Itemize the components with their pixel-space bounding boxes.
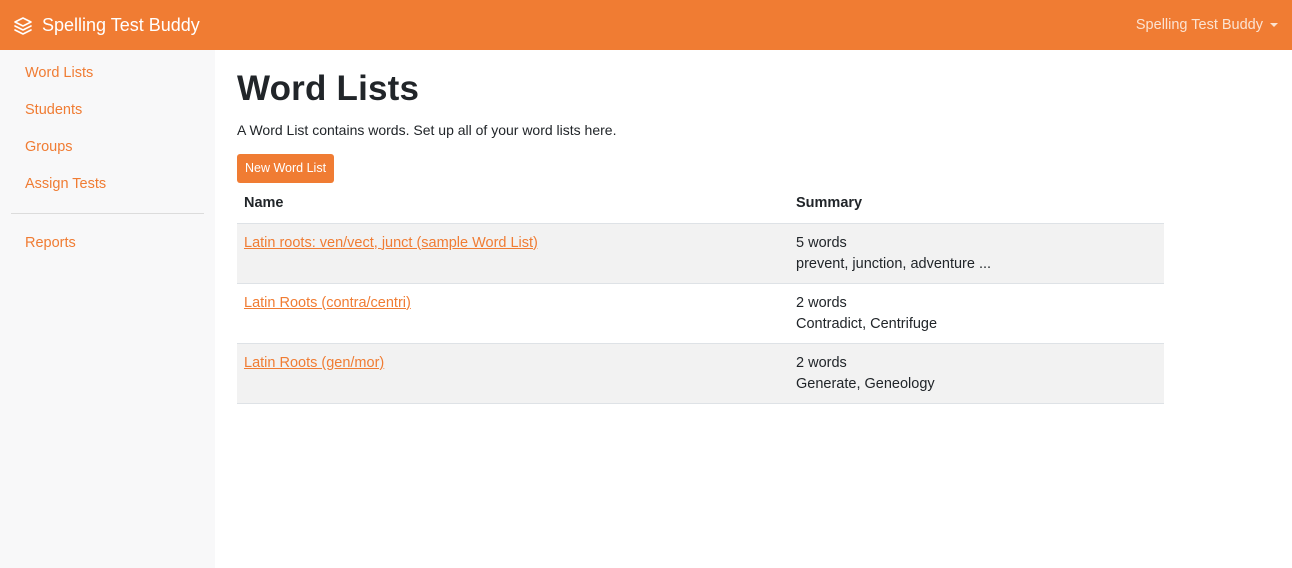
- word-list-name-cell: Latin Roots (contra/centri): [237, 283, 789, 344]
- word-list-name-cell: Latin roots: ven/vect, junct (sample Wor…: [237, 223, 789, 284]
- word-count: 5 words: [796, 234, 847, 251]
- word-list-link[interactable]: Latin Roots (contra/centri): [244, 295, 411, 311]
- column-header-summary: Summary: [789, 195, 1164, 224]
- brand-link[interactable]: Spelling Test Buddy: [12, 14, 200, 36]
- brand-name: Spelling Test Buddy: [42, 14, 200, 35]
- sidebar-item-word-lists[interactable]: Word Lists: [0, 62, 215, 99]
- sidebar-item-assign-tests[interactable]: Assign Tests: [0, 173, 215, 210]
- table-header-row: Name Summary: [237, 195, 1164, 224]
- word-preview: prevent, junction, adventure ...: [796, 255, 992, 272]
- word-preview: Contradict, Centrifuge: [796, 315, 938, 332]
- layers-logo-icon: [12, 14, 34, 36]
- word-list-summary-cell: 2 words Generate, Geneology: [789, 343, 1164, 404]
- page-title: Word Lists: [237, 69, 420, 108]
- user-menu-label: Spelling Test Buddy: [1135, 17, 1263, 33]
- top-navbar: Spelling Test Buddy Spelling Test Buddy: [0, 0, 1292, 50]
- word-count: 2 words: [796, 294, 847, 311]
- sidebar: Word Lists Students Groups Assign Tests …: [0, 50, 215, 568]
- word-lists-table: Name Summary Latin roots: ven/vect, junc…: [237, 195, 1164, 404]
- word-list-link[interactable]: Latin Roots (gen/mor): [244, 355, 384, 371]
- sidebar-item-groups[interactable]: Groups: [0, 136, 215, 173]
- page-description: A Word List contains words. Set up all o…: [237, 122, 617, 138]
- word-preview: Generate, Geneology: [796, 375, 935, 392]
- word-count: 2 words: [796, 354, 847, 371]
- caret-down-icon: [1270, 23, 1278, 27]
- table-row: Latin Roots (gen/mor) 2 words Generate, …: [237, 343, 1164, 404]
- table-row: Latin Roots (contra/centri) 2 words Cont…: [237, 283, 1164, 344]
- main-content: Word Lists A Word List contains words. S…: [237, 50, 1164, 404]
- user-menu-dropdown[interactable]: Spelling Test Buddy: [1136, 17, 1278, 33]
- word-list-name-cell: Latin Roots (gen/mor): [237, 343, 789, 404]
- sidebar-item-reports[interactable]: Reports: [0, 232, 215, 269]
- new-word-list-button[interactable]: New Word List: [237, 154, 335, 183]
- word-list-summary-cell: 2 words Contradict, Centrifuge: [789, 283, 1164, 344]
- word-list-summary-cell: 5 words prevent, junction, adventure ...: [789, 223, 1164, 284]
- column-header-name: Name: [237, 195, 789, 224]
- word-list-link[interactable]: Latin roots: ven/vect, junct (sample Wor…: [244, 235, 538, 251]
- sidebar-item-students[interactable]: Students: [0, 99, 215, 136]
- table-row: Latin roots: ven/vect, junct (sample Wor…: [237, 223, 1164, 284]
- sidebar-divider: [11, 213, 204, 214]
